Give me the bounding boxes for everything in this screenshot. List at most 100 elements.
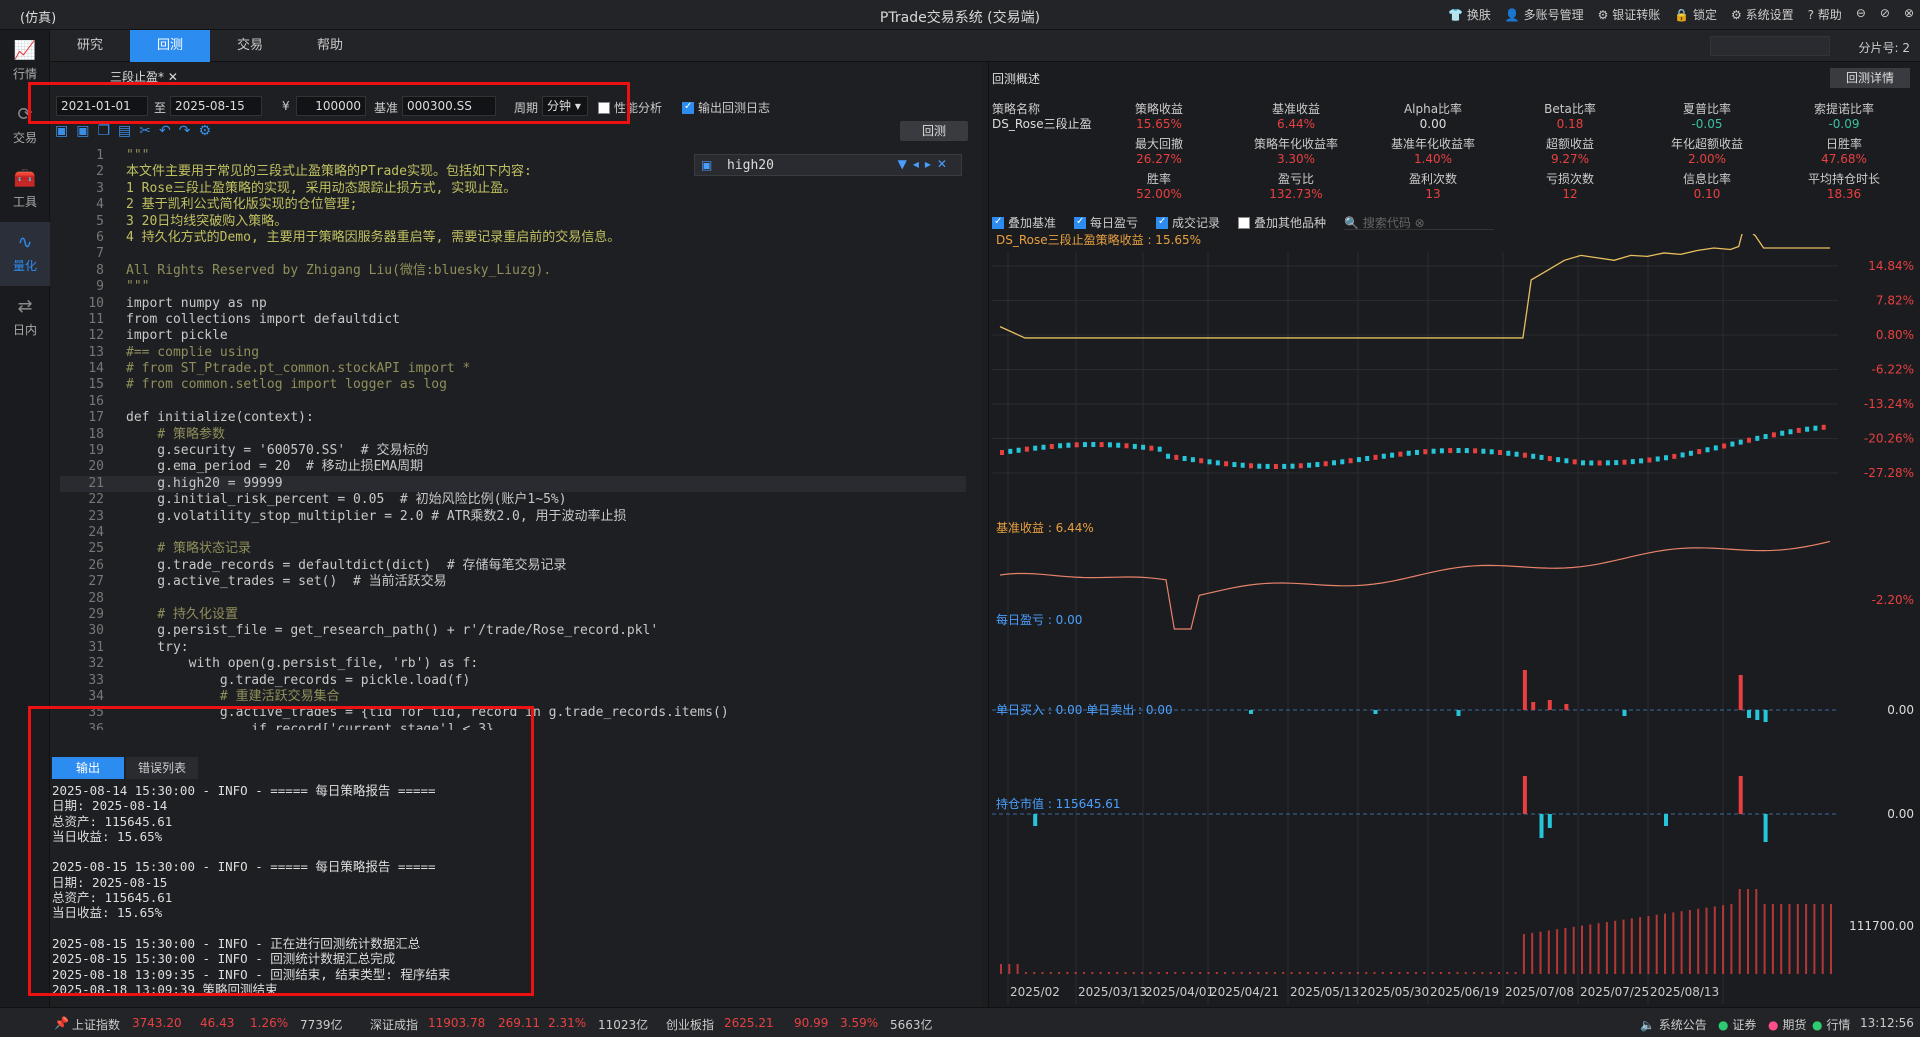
tab-help[interactable]: 帮助 xyxy=(290,30,370,62)
hold-bar xyxy=(1713,906,1716,974)
line-text: with open(g.persist_file, 'rb') as f: xyxy=(126,656,479,672)
capital-input[interactable]: 100000 xyxy=(296,96,366,116)
tab-research[interactable]: 研究 xyxy=(50,30,130,62)
perf-check[interactable]: 性能分析 xyxy=(598,99,662,116)
tab-backtest[interactable]: 回测 xyxy=(130,30,210,62)
overview-title: 回测概述 xyxy=(992,72,1041,86)
opt-trades[interactable]: 成交记录 xyxy=(1156,214,1220,230)
hold-bar xyxy=(1282,972,1285,974)
hold-bar xyxy=(1149,972,1152,974)
hold-bar xyxy=(1796,904,1799,974)
sz-index-label: 深证成指 xyxy=(370,1018,419,1032)
candle-bar xyxy=(1406,450,1411,456)
file-tab[interactable]: 三段止盈* ✕ xyxy=(110,68,178,86)
candle-bar xyxy=(1157,446,1162,452)
hold-bar xyxy=(1174,972,1177,974)
opt-bench-checkbox[interactable] xyxy=(992,216,1004,229)
opt-trades-checkbox[interactable] xyxy=(1156,216,1169,229)
pin-icon[interactable]: 📌 xyxy=(54,1016,69,1030)
nav-tools[interactable]: 🧰 工具 xyxy=(0,158,50,222)
find-nav-icons[interactable]: ▼◂▸✕ xyxy=(898,157,953,171)
gear-icon[interactable]: ⚙ xyxy=(198,123,211,143)
nav-quant[interactable]: ∿ 量化 xyxy=(0,222,50,286)
skin-button[interactable]: 👕 换肤 xyxy=(1448,6,1491,23)
redo-icon[interactable]: ↷ xyxy=(179,123,191,143)
help-button[interactable]: ? 帮助 xyxy=(1808,6,1842,23)
log-checkbox[interactable] xyxy=(682,101,694,114)
close-icon[interactable]: ⊗ xyxy=(1904,6,1914,23)
end-date-input[interactable]: 2025-08-15 xyxy=(170,96,262,116)
run-backtest-button[interactable]: 回测 xyxy=(900,121,968,141)
editor-toolbar: ▣ ▣ ❐ ▤ ✂ ↶ ↷ ⚙ xyxy=(55,123,211,143)
code-editor[interactable]: 1 """ 2 本文件主要用于常见的三段式止盈策略的PTrade实现。包括如下内容: 3… xyxy=(60,148,966,730)
stat-label: Beta比率 xyxy=(1544,102,1596,116)
candle-bar xyxy=(1722,443,1727,449)
hold-bar xyxy=(1481,972,1484,974)
line-text: # from common.setlog import logger as lo… xyxy=(126,377,447,393)
stat-value: 132.73% xyxy=(1269,187,1323,201)
status-bar: 📌 上证指数 3743.20 46.43 1.26% 7739亿 深证成指 11… xyxy=(0,1007,1920,1037)
line-number: 13 xyxy=(88,344,104,360)
tab-errors[interactable]: 错误列表 xyxy=(126,757,198,779)
opt-other-checkbox[interactable] xyxy=(1238,217,1251,229)
hold-bar xyxy=(1456,972,1459,974)
save-as-icon[interactable]: ▣ xyxy=(76,123,89,143)
candle-bar xyxy=(1315,462,1320,468)
candle-bar xyxy=(1747,437,1751,443)
log-check[interactable]: 输出回测日志 xyxy=(682,99,770,116)
top-tabs: 研究 回测 交易 帮助 分片号: 2 xyxy=(50,30,1920,62)
opt-daily-checkbox[interactable] xyxy=(1074,216,1087,229)
hold-bar xyxy=(1431,972,1434,974)
cut-icon[interactable]: ✂ xyxy=(139,123,151,143)
candle-bar xyxy=(1398,451,1403,457)
stat-value: 18.36 xyxy=(1826,187,1862,201)
restore-icon[interactable]: ⊘ xyxy=(1880,6,1890,23)
opt-other[interactable]: 叠加其他品种 xyxy=(1238,214,1326,230)
opt-bench[interactable]: 叠加基准 xyxy=(992,214,1056,230)
daily-bar xyxy=(1456,710,1461,716)
hold-bar xyxy=(1614,920,1617,974)
paste-icon[interactable]: ▤ xyxy=(118,123,131,143)
stat-cell: 胜率 52.00% xyxy=(1104,170,1214,201)
notice-button[interactable]: 🔈 系统公告 xyxy=(1640,1016,1707,1033)
candle-bar xyxy=(1713,445,1718,451)
period-select[interactable]: 分钟 ▾ xyxy=(542,96,588,116)
lock-button[interactable]: 🔒 锁定 xyxy=(1674,6,1717,23)
daily-bar xyxy=(1747,710,1751,718)
close-tab-icon[interactable]: ✕ xyxy=(168,70,178,84)
undo-icon[interactable]: ↶ xyxy=(159,123,171,143)
hold-bar xyxy=(1390,972,1393,974)
tab-trade[interactable]: 交易 xyxy=(210,30,290,62)
line-number: 31 xyxy=(88,639,104,655)
code-line: 16 xyxy=(60,394,966,410)
quote-status: ● 行情 xyxy=(1812,1018,1851,1032)
transfer-button[interactable]: ⚙ 银证转账 xyxy=(1598,6,1661,23)
chart-line-icon: 📈 xyxy=(13,40,37,61)
candle-bar xyxy=(1132,443,1137,449)
detail-button[interactable]: 回测详情 xyxy=(1830,68,1910,88)
tab-output[interactable]: 输出 xyxy=(52,757,124,779)
account-select[interactable] xyxy=(1710,36,1830,56)
line-text: if record['current_stage'] < 3} xyxy=(126,721,494,730)
multi-account-button[interactable]: 👤 多账号管理 xyxy=(1505,6,1584,23)
save-icon[interactable]: ▣ xyxy=(55,123,68,143)
nav-quote[interactable]: 📈 行情 xyxy=(0,30,50,94)
stat-cell: 年化超额收益 2.00% xyxy=(1652,135,1762,166)
copy-icon[interactable]: ❐ xyxy=(97,123,110,143)
nav-label: 行情 xyxy=(12,67,37,81)
stat-value: -0.05 xyxy=(1691,117,1723,131)
nav-trade[interactable]: ⟳ 交易 xyxy=(0,94,50,158)
candle-bar xyxy=(1589,460,1594,466)
nav-intraday[interactable]: ⇄ 日内 xyxy=(0,286,50,350)
find-input[interactable]: high20 xyxy=(727,158,774,173)
code-search[interactable]: 🔍 搜索代码 ⊗ xyxy=(1344,214,1495,230)
start-date-input[interactable]: 2021-01-01 xyxy=(56,96,148,116)
to-label: 至 xyxy=(154,101,167,115)
candle-bar xyxy=(1116,442,1121,448)
perf-checkbox[interactable] xyxy=(598,102,610,114)
settings-button[interactable]: ⚙ 系统设置 xyxy=(1731,6,1794,23)
opt-daily[interactable]: 每日盈亏 xyxy=(1074,214,1138,230)
minimize-icon[interactable]: ⊖ xyxy=(1856,6,1866,23)
bench-input[interactable]: 000300.SS xyxy=(402,96,496,116)
stat-cell: 索提诺比率 -0.09 xyxy=(1789,100,1899,131)
